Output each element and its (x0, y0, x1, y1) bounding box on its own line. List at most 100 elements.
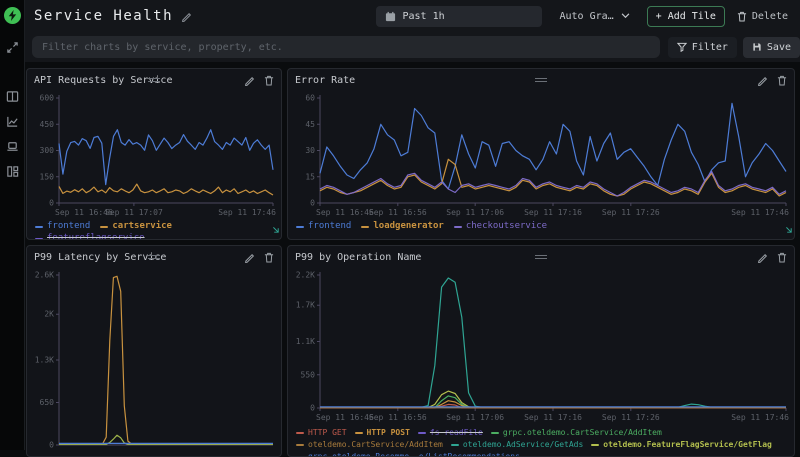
edit-tile-icon[interactable] (757, 252, 768, 263)
svg-text:Sep 11 17:06: Sep 11 17:06 (446, 413, 504, 422)
drag-handle-icon[interactable] (148, 78, 160, 84)
save-label: Save (767, 42, 791, 53)
time-range-picker[interactable]: Past 1h (376, 6, 542, 27)
top-bar: Service Health Past 1h Auto Gra… + Add T… (24, 0, 800, 32)
svg-text:550: 550 (301, 370, 316, 379)
filter-button[interactable]: Filter (668, 37, 737, 58)
legend-marker-icon (355, 432, 363, 434)
resize-handle-icon[interactable] (784, 218, 792, 237)
tile-title: Error Rate (295, 75, 355, 86)
legend-item[interactable]: oteldemo.FeatureFlagService/GetFlag (591, 439, 772, 450)
tile-header: P99 by Operation Name (288, 246, 794, 268)
edit-tile-icon[interactable] (757, 75, 768, 86)
svg-text:Sep 11 16:46: Sep 11 16:46 (316, 413, 374, 422)
time-range-label: Past 1h (402, 11, 444, 22)
main-area: Service Health Past 1h Auto Gra… + Add T… (24, 0, 800, 450)
svg-text:Sep 11 16:46: Sep 11 16:46 (316, 208, 374, 217)
svg-text:0: 0 (49, 441, 54, 450)
delete-button[interactable]: Delete (733, 6, 792, 27)
legend-item[interactable]: frontend (296, 221, 351, 232)
svg-text:Sep 11 17:46: Sep 11 17:46 (731, 208, 789, 217)
legend-label: oteldemo.AdService/GetAds (463, 439, 583, 450)
legend-label: loadgenerator (373, 221, 443, 232)
graph-mode-label: Auto Gra… (559, 11, 613, 22)
tile-title: P99 by Operation Name (295, 252, 421, 263)
tile-title: P99 Latency by Service (34, 252, 166, 263)
edit-tile-icon[interactable] (244, 252, 255, 263)
svg-text:650: 650 (40, 398, 55, 407)
drag-handle-icon[interactable] (535, 255, 547, 261)
legend-marker-icon (296, 432, 304, 434)
tile-p99-latency: P99 Latency by Service 06501.3K2K2.6K (26, 245, 282, 457)
laptop-icon[interactable] (4, 138, 20, 154)
svg-text:45: 45 (305, 120, 315, 129)
legend-item[interactable]: cartservice (100, 221, 172, 232)
filter-input[interactable] (32, 36, 660, 58)
chart-error-rate[interactable]: 015304560Sep 11 16:46Sep 11 16:56Sep 11 … (288, 91, 794, 219)
chart-api-requests-by-service[interactable]: 0150300450600Sep 11 16:46Sep 11 17:07Sep… (27, 91, 281, 219)
save-button[interactable]: Save (743, 37, 800, 58)
boards-icon[interactable] (4, 163, 20, 179)
svg-text:Sep 11 16:56: Sep 11 16:56 (369, 413, 427, 422)
svg-text:1.3K: 1.3K (35, 356, 54, 365)
legend-label: oteldemo.FeatureFlagService/GetFlag (603, 439, 772, 450)
legend-item[interactable]: oteldemo.CartService/AddItem (296, 439, 443, 450)
legend-label: cartservice (112, 221, 172, 232)
legend-marker-icon (296, 226, 304, 228)
legend-marker-icon (454, 226, 462, 228)
legend-item[interactable]: checkoutservice (454, 221, 547, 232)
delete-tile-icon[interactable] (777, 75, 787, 86)
legend-label: frontend (308, 221, 351, 232)
legend-item[interactable]: oteldemo.AdService/GetAds (451, 439, 583, 450)
layout-columns-icon[interactable] (4, 88, 20, 104)
legend-marker-icon (296, 444, 304, 446)
graph-mode-select[interactable]: Auto Gra… (550, 6, 638, 27)
svg-text:Sep 11 17:26: Sep 11 17:26 (602, 413, 660, 422)
delete-tile-icon[interactable] (264, 75, 274, 86)
chart-legend: frontend loadgenerator checkoutservice (288, 219, 794, 232)
chevron-down-icon (621, 13, 630, 19)
chart-p99-by-operation-name[interactable]: 05501.1K1.7K2.2KSep 11 16:46Sep 11 16:56… (288, 268, 794, 424)
legend-marker-icon (35, 238, 43, 240)
logo-lightning-icon[interactable] (4, 7, 21, 24)
legend-item[interactable]: HTTP POST (355, 427, 410, 438)
svg-text:1.1K: 1.1K (296, 337, 315, 346)
svg-text:60: 60 (305, 94, 315, 103)
edit-tile-icon[interactable] (244, 75, 255, 86)
trash-icon (737, 11, 747, 22)
delete-tile-icon[interactable] (264, 252, 274, 263)
tile-p99-operation: P99 by Operation Name 05501.1K1.7K2.2KSe… (287, 245, 795, 457)
tile-header: P99 Latency by Service (27, 246, 281, 268)
legend-item[interactable]: grpc.oteldemo.Recomme..e/ListRecommendat… (296, 451, 520, 457)
legend-item[interactable]: loadgenerator (361, 221, 443, 232)
legend-item[interactable]: grpc.oteldemo.CartService/AddItem (491, 427, 662, 438)
legend-label: grpc.oteldemo.Recomme..e/ListRecommendat… (308, 451, 520, 457)
add-tile-button[interactable]: + Add Tile (647, 6, 725, 27)
expand-icon[interactable] (4, 39, 20, 55)
drag-handle-icon[interactable] (148, 255, 160, 261)
svg-text:Sep 11 17:26: Sep 11 17:26 (602, 208, 660, 217)
legend-label: oteldemo.CartService/AddItem (308, 439, 443, 450)
legend-item[interactable]: HTTP GET (296, 427, 347, 438)
legend-item[interactable]: fs readFile (418, 427, 483, 438)
legend-label: fs readFile (430, 427, 483, 438)
save-icon (752, 42, 762, 52)
edit-title-icon[interactable] (181, 7, 192, 26)
legend-marker-icon (591, 444, 599, 446)
chart-p99-latency-by-service[interactable]: 06501.3K2K2.6K (27, 268, 281, 450)
svg-text:30: 30 (305, 146, 315, 155)
resize-handle-icon[interactable] (271, 218, 279, 237)
svg-text:2.6K: 2.6K (35, 271, 54, 280)
sidebar (0, 0, 25, 450)
chart-legend: frontend cartservicefeatureflagservice (27, 219, 281, 240)
legend-item[interactable]: featureflagservice (35, 233, 145, 240)
legend-marker-icon (35, 226, 43, 228)
drag-handle-icon[interactable] (535, 78, 547, 84)
delete-tile-icon[interactable] (777, 252, 787, 263)
svg-text:0: 0 (310, 199, 315, 208)
svg-text:150: 150 (40, 172, 55, 181)
legend-marker-icon (451, 444, 459, 446)
line-chart-icon[interactable] (4, 113, 20, 129)
tile-header: Error Rate (288, 69, 794, 91)
legend-item[interactable]: frontend (35, 221, 90, 232)
